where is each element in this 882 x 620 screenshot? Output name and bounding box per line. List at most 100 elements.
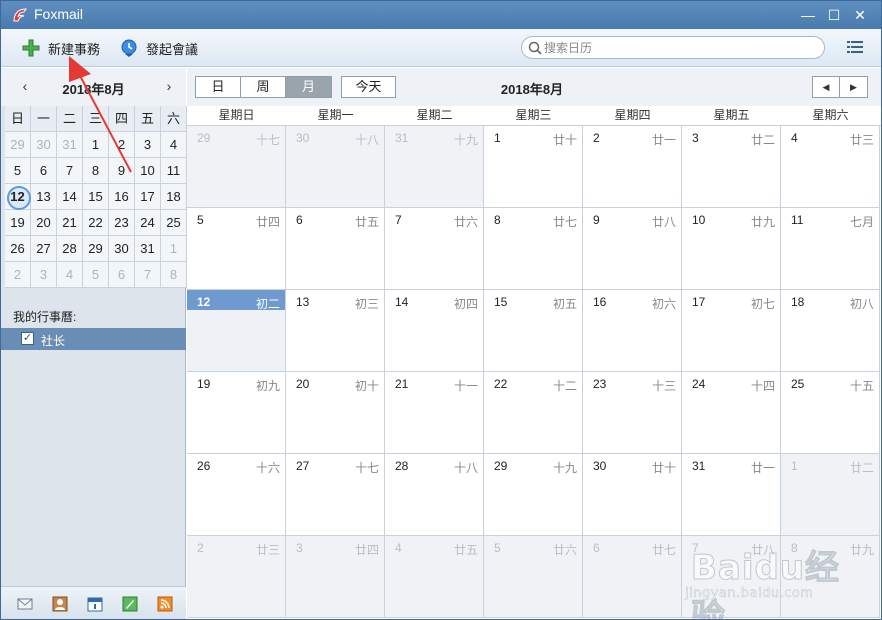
day-cell[interactable]: 21 十一 xyxy=(385,372,484,454)
mini-day[interactable]: 17 xyxy=(135,184,161,210)
minimize-button[interactable]: — xyxy=(797,5,819,25)
day-cell[interactable]: 1 廿二 xyxy=(781,454,880,536)
prev-month-button[interactable]: ◀ xyxy=(813,77,840,97)
mini-day[interactable]: 9 xyxy=(109,158,135,184)
search-input[interactable] xyxy=(544,39,814,56)
mini-day[interactable]: 23 xyxy=(109,210,135,236)
mini-day[interactable]: 7 xyxy=(135,262,161,288)
calendar-icon[interactable] xyxy=(87,596,103,612)
day-cell[interactable]: 29 十七 xyxy=(187,126,286,208)
mini-day[interactable]: 30 xyxy=(109,236,135,262)
contacts-icon[interactable] xyxy=(52,596,68,612)
mini-day[interactable]: 10 xyxy=(135,158,161,184)
day-cell[interactable]: 18 初八 xyxy=(781,290,880,372)
day-cell[interactable]: 8 廿七 xyxy=(484,208,583,290)
mini-next-month-button[interactable]: › xyxy=(161,78,177,94)
mini-day[interactable]: 4 xyxy=(161,132,187,158)
calendar-checkbox[interactable]: ✓ xyxy=(21,332,34,345)
day-cell[interactable]: 20 初十 xyxy=(286,372,385,454)
mini-day[interactable]: 6 xyxy=(109,262,135,288)
day-cell[interactable]: 14 初四 xyxy=(385,290,484,372)
mini-day[interactable]: 31 xyxy=(135,236,161,262)
mini-day[interactable]: 30 xyxy=(31,132,57,158)
day-cell[interactable]: 2 廿三 xyxy=(187,536,286,618)
day-cell[interactable]: 5 廿六 xyxy=(484,536,583,618)
day-cell[interactable]: 13 初三 xyxy=(286,290,385,372)
day-cell[interactable]: 31 十九 xyxy=(385,126,484,208)
mini-day[interactable]: 11 xyxy=(161,158,187,184)
day-cell[interactable]: 28 十八 xyxy=(385,454,484,536)
mini-day[interactable]: 16 xyxy=(109,184,135,210)
day-cell[interactable]: 31 廿一 xyxy=(682,454,781,536)
mini-day[interactable]: 6 xyxy=(31,158,57,184)
mini-day[interactable]: 22 xyxy=(83,210,109,236)
mini-day[interactable]: 7 xyxy=(57,158,83,184)
new-event-button[interactable]: 新建事務 xyxy=(21,36,100,60)
menu-list-icon[interactable] xyxy=(847,40,863,54)
mini-day[interactable]: 5 xyxy=(5,158,31,184)
day-cell[interactable]: 22 十二 xyxy=(484,372,583,454)
mini-day[interactable]: 1 xyxy=(83,132,109,158)
day-cell[interactable]: 30 十八 xyxy=(286,126,385,208)
calendar-item[interactable]: ✓ 社长 xyxy=(1,328,186,350)
mini-day[interactable]: 20 xyxy=(31,210,57,236)
day-cell[interactable]: 23 十三 xyxy=(583,372,682,454)
day-cell[interactable]: 3 廿四 xyxy=(286,536,385,618)
mini-day[interactable]: 29 xyxy=(5,132,31,158)
mini-day[interactable]: 3 xyxy=(31,262,57,288)
close-button[interactable]: ✕ xyxy=(849,5,871,25)
day-cell[interactable]: 27 十七 xyxy=(286,454,385,536)
day-cell[interactable]: 6 廿五 xyxy=(286,208,385,290)
day-cell[interactable]: 4 廿三 xyxy=(781,126,880,208)
mini-day[interactable]: 26 xyxy=(5,236,31,262)
mini-day[interactable]: 2 xyxy=(5,262,31,288)
day-cell[interactable]: 5 廿四 xyxy=(187,208,286,290)
day-cell[interactable]: 25 十五 xyxy=(781,372,880,454)
day-cell[interactable]: 30 廿十 xyxy=(583,454,682,536)
mini-day-today[interactable]: 12 xyxy=(5,184,31,210)
maximize-button[interactable]: ☐ xyxy=(823,5,845,25)
mini-day[interactable]: 3 xyxy=(135,132,161,158)
mini-day[interactable]: 14 xyxy=(57,184,83,210)
mail-icon[interactable] xyxy=(17,596,33,612)
mini-day[interactable]: 18 xyxy=(161,184,187,210)
day-cell-today[interactable]: 12 初二 xyxy=(187,290,286,372)
day-cell[interactable]: 24 十四 xyxy=(682,372,781,454)
mini-day[interactable]: 24 xyxy=(135,210,161,236)
day-cell[interactable]: 29 十九 xyxy=(484,454,583,536)
mini-day[interactable]: 15 xyxy=(83,184,109,210)
day-cell[interactable]: 3 廿二 xyxy=(682,126,781,208)
mini-day[interactable]: 27 xyxy=(31,236,57,262)
mini-day[interactable]: 1 xyxy=(161,236,187,262)
start-meeting-button[interactable]: 發起會議 xyxy=(119,36,198,60)
day-cell[interactable]: 7 廿六 xyxy=(385,208,484,290)
day-cell[interactable]: 1 廿十 xyxy=(484,126,583,208)
day-cell[interactable]: 4 廿五 xyxy=(385,536,484,618)
search-box[interactable] xyxy=(521,36,825,59)
next-month-button[interactable]: ▶ xyxy=(840,77,867,97)
day-cell[interactable]: 9 廿八 xyxy=(583,208,682,290)
today-button[interactable]: 今天 xyxy=(341,76,396,98)
day-cell[interactable]: 19 初九 xyxy=(187,372,286,454)
day-view-button[interactable]: 日 xyxy=(196,77,241,97)
mini-day[interactable]: 28 xyxy=(57,236,83,262)
mini-day[interactable]: 8 xyxy=(83,158,109,184)
day-cell[interactable]: 16 初六 xyxy=(583,290,682,372)
mini-day[interactable]: 19 xyxy=(5,210,31,236)
month-view-button[interactable]: 月 xyxy=(286,77,331,97)
notes-icon[interactable] xyxy=(122,596,138,612)
mini-day[interactable]: 25 xyxy=(161,210,187,236)
rss-icon[interactable] xyxy=(157,596,173,612)
mini-day[interactable]: 8 xyxy=(161,262,187,288)
mini-day[interactable]: 13 xyxy=(31,184,57,210)
mini-day[interactable]: 5 xyxy=(83,262,109,288)
day-cell[interactable]: 11 七月 xyxy=(781,208,880,290)
mini-day[interactable]: 2 xyxy=(109,132,135,158)
mini-day[interactable]: 29 xyxy=(83,236,109,262)
week-view-button[interactable]: 周 xyxy=(241,77,286,97)
day-cell[interactable]: 17 初七 xyxy=(682,290,781,372)
day-cell[interactable]: 15 初五 xyxy=(484,290,583,372)
day-cell[interactable]: 6 廿七 xyxy=(583,536,682,618)
mini-day[interactable]: 21 xyxy=(57,210,83,236)
day-cell[interactable]: 26 十六 xyxy=(187,454,286,536)
